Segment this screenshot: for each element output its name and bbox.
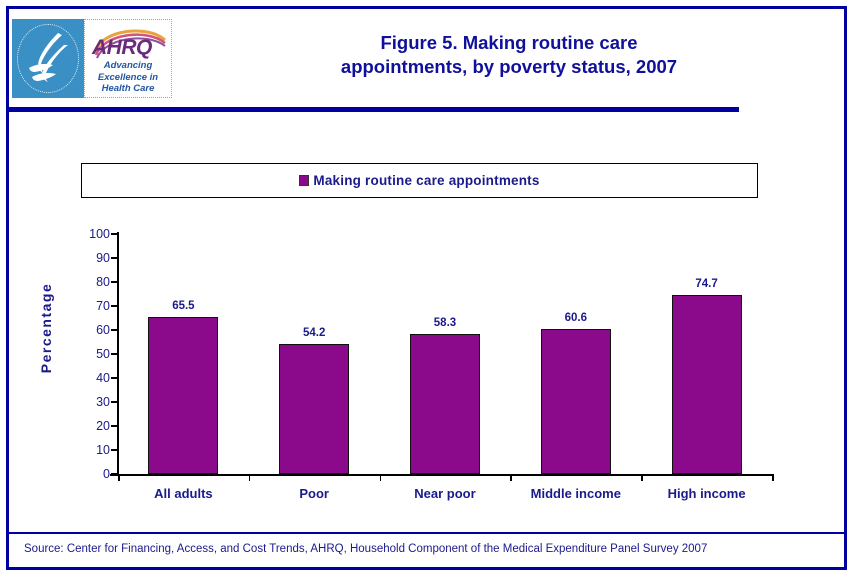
ahrq-tagline: Advancing Excellence in Health Care [85, 60, 171, 95]
page-title-line1: Figure 5. Making routine care [380, 32, 638, 53]
hhs-department-seal-icon [12, 19, 84, 98]
chart-legend: Making routine care appointments [81, 163, 758, 198]
hhs-eagle-icon [29, 33, 68, 82]
page-title-line2: appointments, by poverty status, 2007 [340, 56, 678, 77]
figure-page: AHRQ Advancing Excellence in Health Care… [0, 0, 853, 576]
page-header: AHRQ Advancing Excellence in Health Care… [9, 9, 844, 109]
ahrq-wordmark-block: AHRQ Advancing Excellence in Health Care [84, 19, 172, 98]
legend-swatch-icon [299, 175, 310, 186]
header-divider [9, 107, 739, 112]
ahrq-tagline-line2: Excellence in [97, 71, 159, 83]
ahrq-tagline-line1: Advancing [103, 60, 153, 71]
ahrq-wordmark-text: AHRQ [92, 36, 152, 59]
ahrq-tagline-line3: Health Care [101, 83, 155, 94]
page-title: Figure 5. Making routine care appointmen… [189, 31, 829, 79]
ahrq-logo: AHRQ Advancing Excellence in Health Care [12, 19, 172, 98]
legend-item-label: Making routine care appointments [313, 173, 540, 188]
source-note: Source: Center for Financing, Access, an… [24, 543, 708, 555]
footer-divider [9, 532, 844, 534]
